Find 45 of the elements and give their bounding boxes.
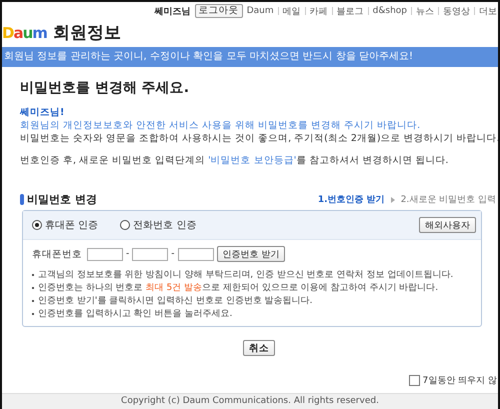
page-title: 회원정보	[52, 22, 121, 44]
request-code-button[interactable]: 인증번호 받기	[216, 246, 286, 262]
section-title: 비밀번호 변경	[27, 192, 97, 207]
nav-link[interactable]: Daum	[246, 6, 274, 16]
nav-link[interactable]: 카페	[310, 4, 328, 18]
note-text: 인증번호를 입력하시고 확인 버튼을 눌러주세요.	[38, 308, 232, 320]
copyright-text: Copyright (c) Daum Communications. All rights reserved.	[121, 396, 379, 407]
nav-link[interactable]: 블로그	[336, 4, 364, 18]
notice-bar: 회원님 정보를 관리하는 곳이니, 수정이나 확인을 모두 마치셨으면 반드시 창을 닫아주세요!	[2, 47, 498, 67]
note-text: 고객님의 정보보호를 위한 방침이니 양해 부탁드리며, 인증 받으신 번호로 연락처 정보 업데이트됩니다.	[38, 269, 454, 281]
triangle-arrow-icon	[390, 196, 395, 202]
step-label: 1.번호인증 받기	[318, 194, 385, 206]
note-text: 인증번호는 하나의 번호로 최대 5건 발송으로 제한되어 있으므로 이용에 참고하여 주시기 바랍니다.	[38, 282, 438, 294]
logout-button[interactable]: 로그아웃	[194, 4, 243, 18]
nav-link[interactable]: 더보	[479, 4, 497, 18]
phone-label: 휴대폰번호	[32, 248, 83, 260]
radio-label[interactable]: 전화번호 인증	[133, 218, 196, 232]
nav-link[interactable]: 뉴스	[416, 4, 434, 18]
radio-label[interactable]: 휴대폰 인증	[45, 218, 98, 232]
heading: 비밀번호를 변경해 주세요.	[20, 79, 190, 97]
dash-separator: -	[126, 249, 130, 259]
step-label: 2.새로운 비밀번호 입력	[400, 194, 496, 206]
checkbox-label[interactable]: 7일동안 띄우지 않	[422, 374, 497, 387]
dash-separator: -	[171, 249, 174, 259]
radio-option[interactable]: 휴대폰 인증	[32, 218, 98, 232]
phone-input[interactable]	[132, 248, 168, 260]
radio-option[interactable]: 전화번호 인증	[120, 218, 196, 232]
note-text: 인증번호 받기'를 클릭하시면 입력하신 번호로 인증번호 발송됩니다.	[38, 295, 312, 307]
phone-input[interactable]	[87, 248, 123, 260]
overseas-button[interactable]: 해외사용자	[419, 217, 476, 233]
radio-button[interactable]	[120, 220, 130, 230]
logo: Daum	[2, 24, 47, 42]
guide-text: 번호인증 후, 새로운 비밀번호 입력단계의 '비밀번호 보안등급'를 참고하셔서 변경하시면 됩니다.	[20, 154, 450, 167]
intro-text: 회원님의 개인정보보호와 안전한 서비스 사용을 위해 비밀번호를 변경해 주시기 바랍니다.	[20, 119, 422, 132]
phone-input[interactable]	[178, 248, 214, 260]
section-marker-icon	[20, 194, 24, 205]
nav-link[interactable]: 동영상	[443, 4, 470, 18]
nav-link[interactable]: d&shop	[372, 6, 407, 16]
cancel-button[interactable]: 취소	[243, 340, 275, 356]
security-level-link[interactable]: '비밀번호 보안등급'	[208, 155, 296, 166]
user-name: 쎄미즈님	[154, 6, 191, 18]
checkbox[interactable]	[408, 375, 420, 386]
greeting-text: 쎄미즈님!	[20, 106, 66, 119]
nav-link[interactable]: 메일	[282, 4, 301, 18]
radio-button[interactable]	[32, 220, 42, 230]
